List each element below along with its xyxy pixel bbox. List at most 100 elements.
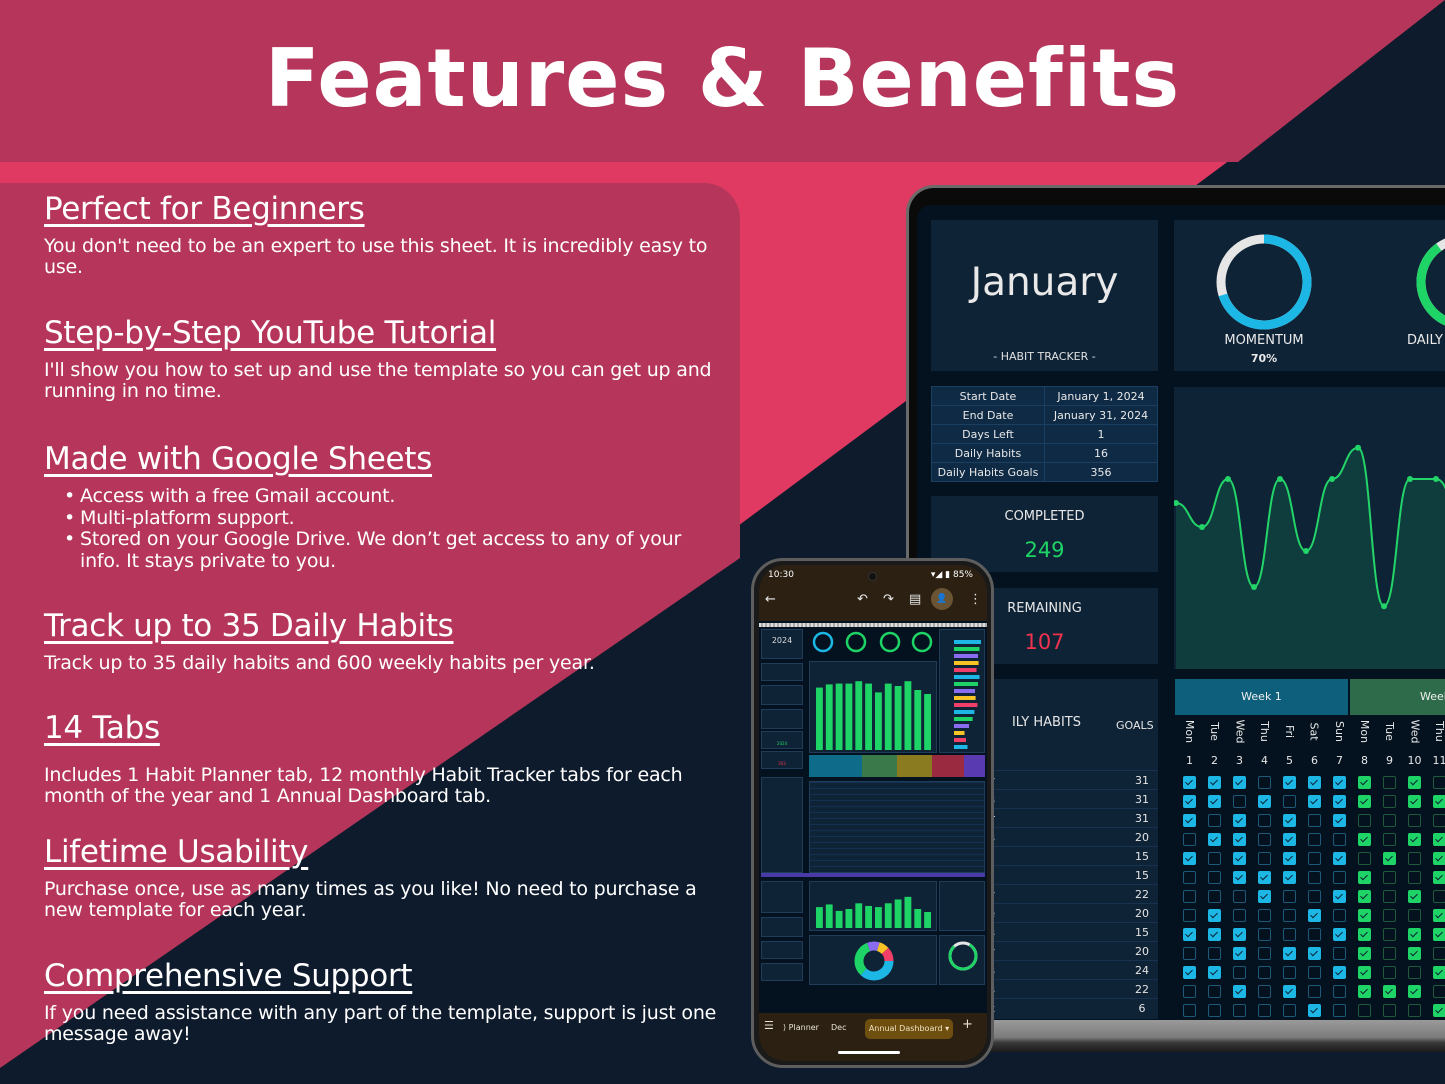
habit-checkbox[interactable] xyxy=(1383,871,1396,884)
habit-checkbox[interactable] xyxy=(1283,814,1296,827)
habit-checkbox[interactable] xyxy=(1183,985,1196,998)
habit-checkbox[interactable] xyxy=(1308,833,1321,846)
habit-checkbox[interactable] xyxy=(1333,852,1346,865)
habit-checkbox[interactable] xyxy=(1183,871,1196,884)
habit-checkbox[interactable] xyxy=(1433,871,1445,884)
habit-checkbox[interactable] xyxy=(1258,966,1271,979)
habit-checkbox[interactable] xyxy=(1358,852,1371,865)
habit-checkbox[interactable] xyxy=(1233,1004,1246,1017)
habit-checkbox[interactable] xyxy=(1183,909,1196,922)
habit-checkbox[interactable] xyxy=(1233,909,1246,922)
habit-checkbox[interactable] xyxy=(1283,1004,1296,1017)
habit-checkbox[interactable] xyxy=(1358,871,1371,884)
habit-checkbox[interactable] xyxy=(1408,1004,1421,1017)
habit-checkbox[interactable] xyxy=(1333,947,1346,960)
habit-checkbox[interactable] xyxy=(1233,776,1246,789)
tab-planner[interactable]: ⟩ Planner xyxy=(783,1023,819,1032)
habit-checkbox[interactable] xyxy=(1183,776,1196,789)
habit-checkbox[interactable] xyxy=(1208,814,1221,827)
habit-checkbox[interactable] xyxy=(1433,966,1445,979)
habit-checkbox[interactable] xyxy=(1383,909,1396,922)
habit-checkbox[interactable] xyxy=(1333,814,1346,827)
habit-checkbox[interactable] xyxy=(1283,852,1296,865)
habit-checkbox[interactable] xyxy=(1258,928,1271,941)
habit-checkbox[interactable] xyxy=(1383,833,1396,846)
habit-checkbox[interactable] xyxy=(1233,890,1246,903)
habit-checkbox[interactable] xyxy=(1183,890,1196,903)
habit-checkbox[interactable] xyxy=(1433,833,1445,846)
habit-checkbox[interactable] xyxy=(1358,795,1371,808)
habit-checkbox[interactable] xyxy=(1408,909,1421,922)
all-sheets-icon[interactable]: ☰ xyxy=(764,1019,774,1032)
habit-checkbox[interactable] xyxy=(1408,795,1421,808)
habit-checkbox[interactable] xyxy=(1333,890,1346,903)
habit-checkbox[interactable] xyxy=(1258,795,1271,808)
habit-checkbox[interactable] xyxy=(1308,928,1321,941)
habit-checkbox[interactable] xyxy=(1358,814,1371,827)
habit-checkbox[interactable] xyxy=(1308,814,1321,827)
habit-checkbox[interactable] xyxy=(1258,833,1271,846)
habit-checkbox[interactable] xyxy=(1258,947,1271,960)
habit-checkbox[interactable] xyxy=(1383,814,1396,827)
more-vert-icon[interactable]: ⋮ xyxy=(969,592,982,607)
habit-checkbox[interactable] xyxy=(1183,833,1196,846)
habit-checkbox[interactable] xyxy=(1383,947,1396,960)
habit-checkbox[interactable] xyxy=(1183,928,1196,941)
habit-checkbox[interactable] xyxy=(1433,928,1445,941)
habit-checkbox[interactable] xyxy=(1308,985,1321,998)
habit-checkbox[interactable] xyxy=(1383,1004,1396,1017)
habit-checkbox[interactable] xyxy=(1408,890,1421,903)
habit-checkbox[interactable] xyxy=(1208,947,1221,960)
habit-checkbox[interactable] xyxy=(1208,795,1221,808)
habit-checkbox[interactable] xyxy=(1333,928,1346,941)
habit-checkbox[interactable] xyxy=(1358,985,1371,998)
habit-checkbox[interactable] xyxy=(1383,966,1396,979)
habit-checkbox[interactable] xyxy=(1233,966,1246,979)
back-arrow-icon[interactable]: ← xyxy=(765,592,776,607)
habit-checkbox[interactable] xyxy=(1208,985,1221,998)
undo-icon[interactable]: ↶ xyxy=(857,592,868,607)
habit-checkbox[interactable] xyxy=(1258,909,1271,922)
habit-checkbox[interactable] xyxy=(1183,966,1196,979)
habit-checkbox[interactable] xyxy=(1283,833,1296,846)
habit-checkbox[interactable] xyxy=(1183,947,1196,960)
habit-checkbox[interactable] xyxy=(1333,871,1346,884)
habit-checkbox[interactable] xyxy=(1283,947,1296,960)
habit-checkbox[interactable] xyxy=(1408,814,1421,827)
habit-checkbox[interactable] xyxy=(1383,890,1396,903)
habit-checkbox[interactable] xyxy=(1183,795,1196,808)
habit-checkbox[interactable] xyxy=(1358,966,1371,979)
comment-icon[interactable]: ▤ xyxy=(909,592,921,607)
habit-checkbox[interactable] xyxy=(1258,1004,1271,1017)
habit-checkbox[interactable] xyxy=(1333,966,1346,979)
habit-checkbox[interactable] xyxy=(1433,947,1445,960)
habit-checkbox[interactable] xyxy=(1283,909,1296,922)
habit-checkbox[interactable] xyxy=(1208,928,1221,941)
habit-checkbox[interactable] xyxy=(1433,985,1445,998)
redo-icon[interactable]: ↷ xyxy=(883,592,894,607)
habit-checkbox[interactable] xyxy=(1308,871,1321,884)
habit-checkbox[interactable] xyxy=(1383,776,1396,789)
habit-checkbox[interactable] xyxy=(1208,871,1221,884)
habit-checkbox[interactable] xyxy=(1358,776,1371,789)
habit-checkbox[interactable] xyxy=(1333,795,1346,808)
habit-checkbox[interactable] xyxy=(1233,795,1246,808)
habit-checkbox[interactable] xyxy=(1433,909,1445,922)
habit-checkbox[interactable] xyxy=(1358,1004,1371,1017)
habit-checkbox[interactable] xyxy=(1308,909,1321,922)
habit-checkbox[interactable] xyxy=(1358,947,1371,960)
habit-checkbox[interactable] xyxy=(1233,814,1246,827)
habit-checkbox[interactable] xyxy=(1208,776,1221,789)
habit-checkbox[interactable] xyxy=(1408,852,1421,865)
habit-checkbox[interactable] xyxy=(1283,795,1296,808)
habit-checkbox[interactable] xyxy=(1433,890,1445,903)
habit-checkbox[interactable] xyxy=(1333,833,1346,846)
habit-checkbox[interactable] xyxy=(1308,776,1321,789)
habit-checkbox[interactable] xyxy=(1433,852,1445,865)
habit-checkbox[interactable] xyxy=(1308,947,1321,960)
habit-checkbox[interactable] xyxy=(1208,890,1221,903)
habit-checkbox[interactable] xyxy=(1408,833,1421,846)
habit-checkbox[interactable] xyxy=(1208,909,1221,922)
habit-checkbox[interactable] xyxy=(1233,833,1246,846)
habit-checkbox[interactable] xyxy=(1333,776,1346,789)
